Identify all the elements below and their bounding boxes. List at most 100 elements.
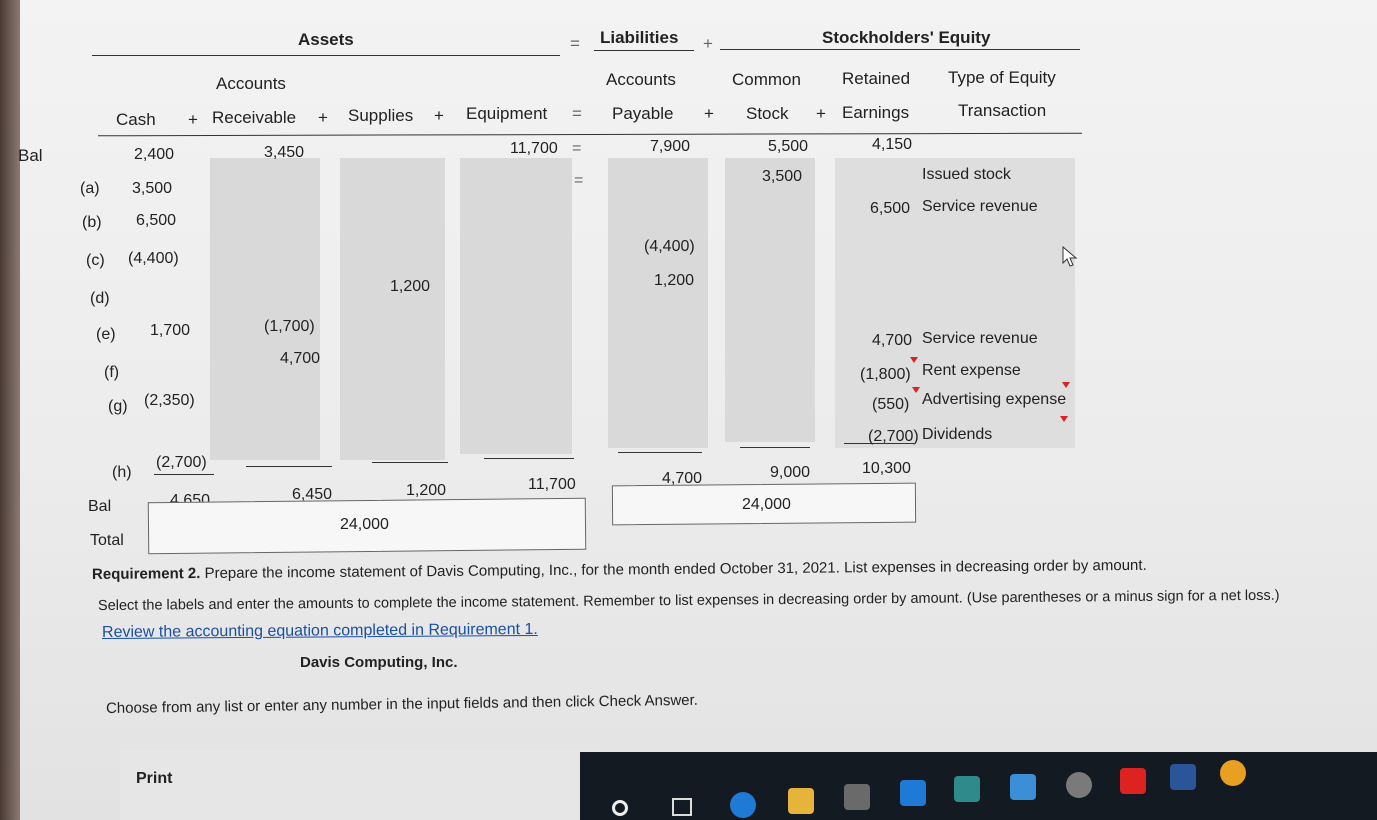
- row-g-label: (g): [108, 398, 128, 415]
- company-name: Davis Computing, Inc.: [300, 654, 458, 671]
- requirement-text: Prepare the income statement of Davis Co…: [200, 556, 1147, 583]
- plus-5: +: [816, 104, 826, 123]
- row-a-label: (a): [80, 180, 100, 197]
- row-a-equals: =: [574, 172, 584, 189]
- photos-icon[interactable]: [1010, 774, 1036, 800]
- store-icon[interactable]: [844, 784, 870, 810]
- rent-type: Rent expense: [922, 362, 1021, 379]
- ap-column-bg: [608, 158, 708, 448]
- task-view-icon[interactable]: [672, 798, 692, 816]
- row-f-re: 4,700: [872, 332, 913, 349]
- cash-header: Cash: [116, 110, 156, 129]
- review-link[interactable]: Review the accounting equation completed…: [102, 621, 538, 642]
- equity-header: Stockholders' Equity: [822, 28, 991, 47]
- row-f-ar: 4,700: [280, 350, 321, 367]
- word-icon[interactable]: [1170, 764, 1196, 790]
- bal-label: Bal: [18, 146, 43, 165]
- bal-equipment: 11,700: [510, 140, 558, 157]
- equipment-header: Equipment: [466, 104, 548, 123]
- monitor-bezel: [0, 0, 20, 820]
- assets-total: 24,000: [340, 516, 389, 533]
- bal-ap: 7,900: [650, 138, 691, 155]
- supplies-header: Supplies: [348, 106, 414, 125]
- supplies-column-bg: [340, 158, 445, 460]
- ar-header: Receivable: [212, 108, 297, 127]
- row-d-supplies: 1,200: [390, 278, 431, 295]
- assets-underline: [92, 55, 560, 56]
- bal2-stock: 9,000: [770, 464, 811, 481]
- supplies-underline: [372, 462, 448, 463]
- row-g-type: Advertising expense: [922, 391, 1067, 408]
- print-button[interactable]: Print: [136, 770, 172, 788]
- row-h-label: (h): [112, 464, 132, 481]
- total-label: Total: [90, 532, 124, 549]
- stock-underline: [740, 447, 810, 448]
- row-f-type: Service revenue: [922, 330, 1038, 347]
- plus-4: +: [704, 104, 714, 123]
- row-e-ar: (1,700): [264, 318, 315, 335]
- mail-icon[interactable]: [900, 780, 926, 806]
- flag-marker: [910, 357, 918, 363]
- instruction-text: Choose from any list or enter any number…: [105, 691, 699, 717]
- liabilities-underline: [594, 50, 694, 51]
- equipment-column-bg: [460, 158, 572, 454]
- stock-header: Stock: [746, 104, 789, 123]
- equipment-underline: [484, 458, 574, 459]
- office-icon[interactable]: [1120, 768, 1146, 794]
- plus-sign: +: [703, 34, 713, 53]
- bal-equals: =: [572, 140, 582, 157]
- row-h-cash: (2,700): [156, 454, 207, 471]
- row-b-re: 6,500: [870, 200, 911, 217]
- row-d-label: (d): [90, 290, 110, 307]
- row-b-cash: 6,500: [136, 212, 177, 229]
- row-e-label: (e): [96, 326, 116, 343]
- cash-underline: [154, 474, 214, 475]
- re-header: Earnings: [842, 103, 910, 122]
- ap-header: Payable: [612, 104, 674, 123]
- bal2-equipment: 11,700: [528, 476, 576, 493]
- equals-sign: =: [570, 34, 580, 53]
- stock-column-bg: [725, 158, 815, 442]
- calculator-icon[interactable]: [954, 776, 980, 802]
- flag-marker-3: [1062, 382, 1070, 388]
- flag-marker-4: [1060, 416, 1068, 422]
- footer-strip: [120, 750, 600, 820]
- requirement-line2: Select the labels and enter the amounts …: [97, 587, 1280, 614]
- re-underline: [844, 443, 914, 444]
- liab-equity-total: 24,000: [742, 496, 791, 513]
- bal-re: 4,150: [872, 136, 913, 153]
- row-c-label: (c): [86, 252, 105, 269]
- file-explorer-icon[interactable]: [788, 788, 814, 814]
- row-e-cash: 1,700: [150, 322, 191, 339]
- chrome-icon[interactable]: [1220, 760, 1246, 786]
- equals-2: =: [572, 104, 582, 123]
- ap-header-top: Accounts: [606, 70, 676, 89]
- ap-underline: [618, 452, 702, 453]
- edge-browser-icon[interactable]: [730, 792, 756, 818]
- search-icon[interactable]: [612, 800, 628, 816]
- row-a-stock: 3,500: [762, 168, 803, 185]
- plus-1: +: [188, 110, 198, 129]
- assets-header: Assets: [298, 30, 354, 49]
- ar-column-bg: [210, 158, 320, 460]
- app-icon[interactable]: [1066, 772, 1092, 798]
- worksheet-page: Assets = Liabilities + Stockholders' Equ…: [18, 0, 1377, 820]
- equity-underline: [720, 49, 1080, 50]
- dividends-type: Dividends: [922, 426, 993, 443]
- bal-stock: 5,500: [768, 138, 809, 155]
- re-header-top: Retained: [842, 69, 911, 88]
- type-header: Transaction: [958, 101, 1047, 120]
- bal2-label: Bal: [88, 498, 112, 515]
- stock-header-top: Common: [732, 70, 801, 89]
- liabilities-header: Liabilities: [600, 28, 679, 47]
- plus-2: +: [318, 108, 328, 127]
- type-header-top: Type of Equity: [948, 68, 1056, 87]
- row-a-type: Issued stock: [922, 166, 1011, 183]
- mouse-cursor-icon: [1062, 246, 1078, 267]
- plus-3: +: [434, 106, 444, 125]
- requirement-title: Requirement 2.: [91, 565, 201, 583]
- row-d-ap: 1,200: [654, 272, 695, 289]
- row-c-ap: (4,400): [644, 238, 695, 255]
- row-b-label: (b): [82, 214, 102, 231]
- row-b-type: Service revenue: [922, 198, 1038, 215]
